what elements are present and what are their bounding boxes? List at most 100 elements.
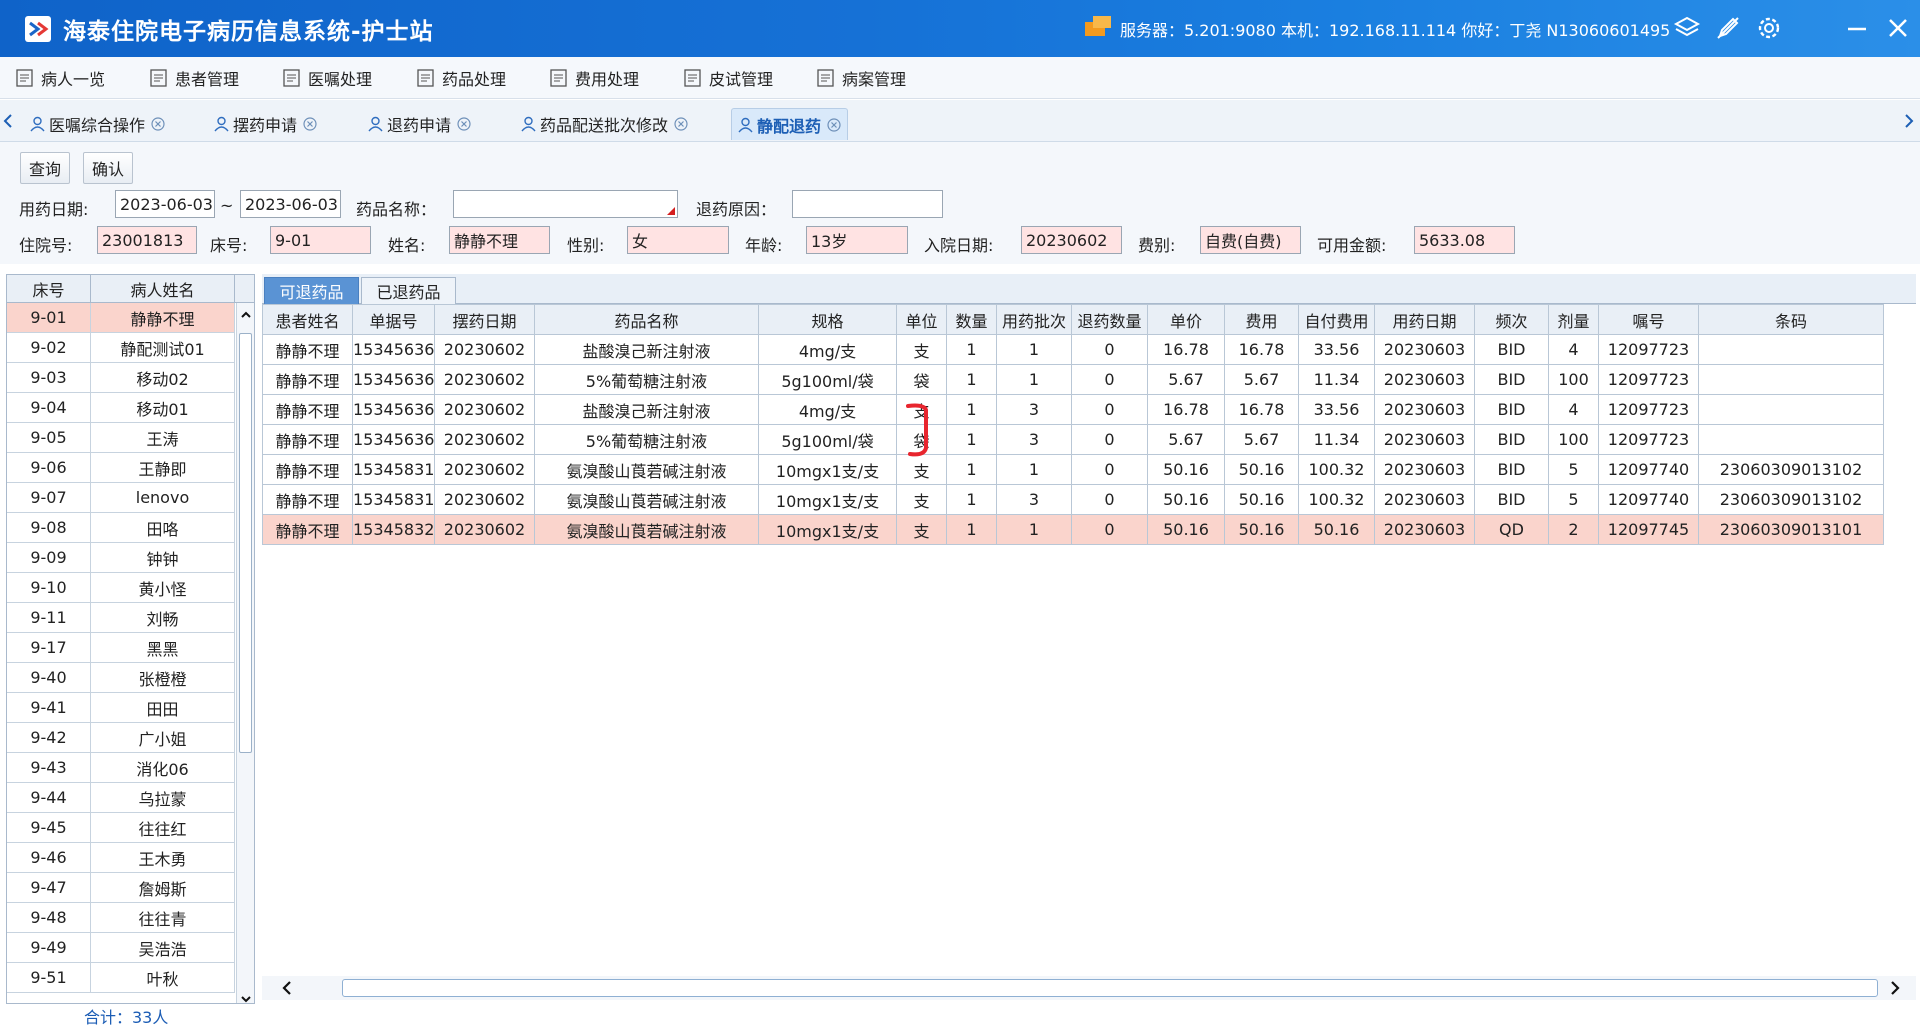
menu-item-fee-processing[interactable]: 费用处理: [550, 57, 639, 99]
grid-column-header[interactable]: 单据号: [352, 304, 435, 335]
layers-icon[interactable]: [1673, 14, 1701, 42]
grid-column-header[interactable]: 用药批次: [996, 304, 1072, 335]
tab-scroll-right-icon[interactable]: [1903, 112, 1915, 130]
tab-order-operations[interactable]: 医嘱综合操作: [24, 108, 171, 140]
settings-icon[interactable]: [1755, 14, 1783, 42]
patient-row[interactable]: 9-45 往往红: [7, 813, 235, 843]
patient-row[interactable]: 9-09 钟钟: [7, 543, 235, 573]
drug-name-field[interactable]: [453, 190, 678, 218]
grid-column-header[interactable]: 剂量: [1548, 304, 1599, 335]
patient-row[interactable]: 9-11 刘畅: [7, 603, 235, 633]
name-column-header[interactable]: 病人姓名: [91, 275, 235, 302]
menu-item-patient-management[interactable]: 患者管理: [150, 57, 239, 99]
tab-close-icon[interactable]: [674, 117, 688, 131]
table-row[interactable]: 静静不理 15345831 20230602 氨溴酸山莨菪碱注射液 10mgx1支/支支…: [262, 484, 1884, 515]
table-row[interactable]: 静静不理 15345831 20230602 氨溴酸山莨菪碱注射液 10mgx1支/支支…: [262, 454, 1884, 485]
table-row[interactable]: 静静不理 15345636 20230602 5%葡萄糖注射液 5g100ml/袋袋 1 1…: [262, 364, 1884, 395]
grid-column-header[interactable]: 数量: [946, 304, 997, 335]
grid-column-header[interactable]: 退药数量: [1071, 304, 1148, 335]
reason-field[interactable]: [792, 190, 943, 218]
horizontal-scroll-thumb[interactable]: [342, 979, 1878, 997]
tab-close-icon[interactable]: [303, 117, 317, 131]
scroll-down-icon[interactable]: [240, 993, 252, 1004]
query-button[interactable]: 查询: [20, 152, 70, 184]
balance-field[interactable]: 5633.08: [1414, 226, 1515, 254]
table-row[interactable]: 静静不理 15345636 20230602 5%葡萄糖注射液 5g100ml/袋袋 1 3…: [262, 424, 1884, 455]
edit-off-icon[interactable]: [1714, 14, 1742, 42]
menu-item-patient-overview[interactable]: 病人一览: [16, 57, 105, 99]
patient-row[interactable]: 9-40 张橙橙: [7, 663, 235, 693]
tab-delivery-batch-edit[interactable]: 药品配送批次修改: [515, 108, 694, 140]
tab-close-icon[interactable]: [151, 117, 165, 131]
close-icon[interactable]: [1884, 14, 1912, 42]
scroll-right-icon[interactable]: [1888, 980, 1902, 996]
grid-column-header[interactable]: 药品名称: [534, 304, 759, 335]
bed-column-header[interactable]: 床号: [7, 275, 91, 302]
tab-iv-return[interactable]: 静配退药: [731, 108, 849, 140]
age-label: 年龄:: [745, 236, 783, 255]
date-from-field[interactable]: 2023-06-03: [115, 190, 215, 218]
patient-row[interactable]: 9-46 王木勇: [7, 843, 235, 873]
grid-column-header[interactable]: 摆药日期: [434, 304, 535, 335]
grid-column-header[interactable]: 单位: [896, 304, 947, 335]
menu-item-order-processing[interactable]: 医嘱处理: [283, 57, 372, 99]
grid-column-header[interactable]: 单价: [1147, 304, 1225, 335]
admit-date-field[interactable]: 20230602: [1021, 226, 1122, 254]
patient-row[interactable]: 9-03 移动02: [7, 363, 235, 393]
patient-row[interactable]: 9-05 王涛: [7, 423, 235, 453]
age-field[interactable]: 13岁: [806, 226, 908, 254]
grid-column-header[interactable]: 规格: [758, 304, 897, 335]
patient-row[interactable]: 9-17 黑黑: [7, 633, 235, 663]
table-row[interactable]: 静静不理 15345636 20230602 盐酸溴己新注射液 4mg/支支 1 1 0 16.…: [262, 334, 1884, 365]
inpatient-no-field[interactable]: 23001813: [97, 226, 197, 254]
patient-row[interactable]: 9-51 叶秋: [7, 963, 235, 993]
patient-list-scrollbar[interactable]: [236, 303, 254, 1003]
bed-field[interactable]: 9-01: [270, 226, 371, 254]
grid-column-header[interactable]: 嘱号: [1598, 304, 1699, 335]
grid-column-header[interactable]: 用药日期: [1374, 304, 1475, 335]
patient-row[interactable]: 9-07 lenovo: [7, 483, 235, 513]
patient-row[interactable]: 9-43 消化06: [7, 753, 235, 783]
grid-column-header[interactable]: 患者姓名: [262, 304, 353, 335]
menu-item-skin-test[interactable]: 皮试管理: [684, 57, 773, 99]
table-row[interactable]: 静静不理 15345636 20230602 盐酸溴己新注射液 4mg/支支 1 3 0 16.…: [262, 394, 1884, 425]
tab-return-request[interactable]: 退药申请: [362, 108, 477, 140]
grid-column-header[interactable]: 费用: [1224, 304, 1299, 335]
grid-column-header[interactable]: 自付费用: [1298, 304, 1375, 335]
grid-column-header[interactable]: 条码: [1698, 304, 1884, 335]
menu-item-drug-processing[interactable]: 药品处理: [417, 57, 506, 99]
patient-name-cell: lenovo: [91, 483, 235, 513]
scrollbar-thumb[interactable]: [239, 333, 252, 753]
subtab-returned[interactable]: 已退药品: [361, 277, 456, 304]
patient-row[interactable]: 9-44 乌拉蒙: [7, 783, 235, 813]
gender-field[interactable]: 女: [627, 226, 729, 254]
date-to-field[interactable]: 2023-06-03: [240, 190, 341, 218]
horizontal-scrollbar[interactable]: [262, 976, 1916, 1000]
patient-row[interactable]: 9-08 田咯: [7, 513, 235, 543]
patient-row[interactable]: 9-48 往往青: [7, 903, 235, 933]
patient-row[interactable]: 9-06 王静即: [7, 453, 235, 483]
patient-row[interactable]: 9-01 静静不理: [7, 303, 235, 333]
scroll-left-icon[interactable]: [280, 980, 294, 996]
subtab-returnable[interactable]: 可退药品: [264, 277, 359, 304]
name-field[interactable]: 静静不理: [449, 226, 550, 254]
table-cell: 0: [1071, 364, 1148, 395]
patient-row[interactable]: 9-41 田田: [7, 693, 235, 723]
patient-row[interactable]: 9-49 吴浩浩: [7, 933, 235, 963]
tab-close-icon[interactable]: [457, 117, 471, 131]
grid-column-header[interactable]: 频次: [1474, 304, 1549, 335]
minimize-icon[interactable]: [1843, 14, 1871, 42]
tab-close-icon[interactable]: [827, 117, 841, 132]
confirm-button[interactable]: 确认: [83, 152, 133, 184]
tab-scroll-left-icon[interactable]: [2, 112, 14, 130]
patient-row[interactable]: 9-10 黄小怪: [7, 573, 235, 603]
scroll-up-icon[interactable]: [240, 309, 252, 321]
patient-row[interactable]: 9-47 詹姆斯: [7, 873, 235, 903]
patient-row[interactable]: 9-04 移动01: [7, 393, 235, 423]
fee-type-field[interactable]: 自费(自费): [1200, 226, 1301, 254]
table-row[interactable]: 静静不理 15345832 20230602 氨溴酸山莨菪碱注射液 10mgx1支/支支…: [262, 514, 1884, 545]
menu-item-case-management[interactable]: 病案管理: [817, 57, 906, 99]
patient-row[interactable]: 9-02 静配测试01: [7, 333, 235, 363]
patient-row[interactable]: 9-42 广小姐: [7, 723, 235, 753]
tab-dispense-request[interactable]: 摆药申请: [208, 108, 323, 140]
